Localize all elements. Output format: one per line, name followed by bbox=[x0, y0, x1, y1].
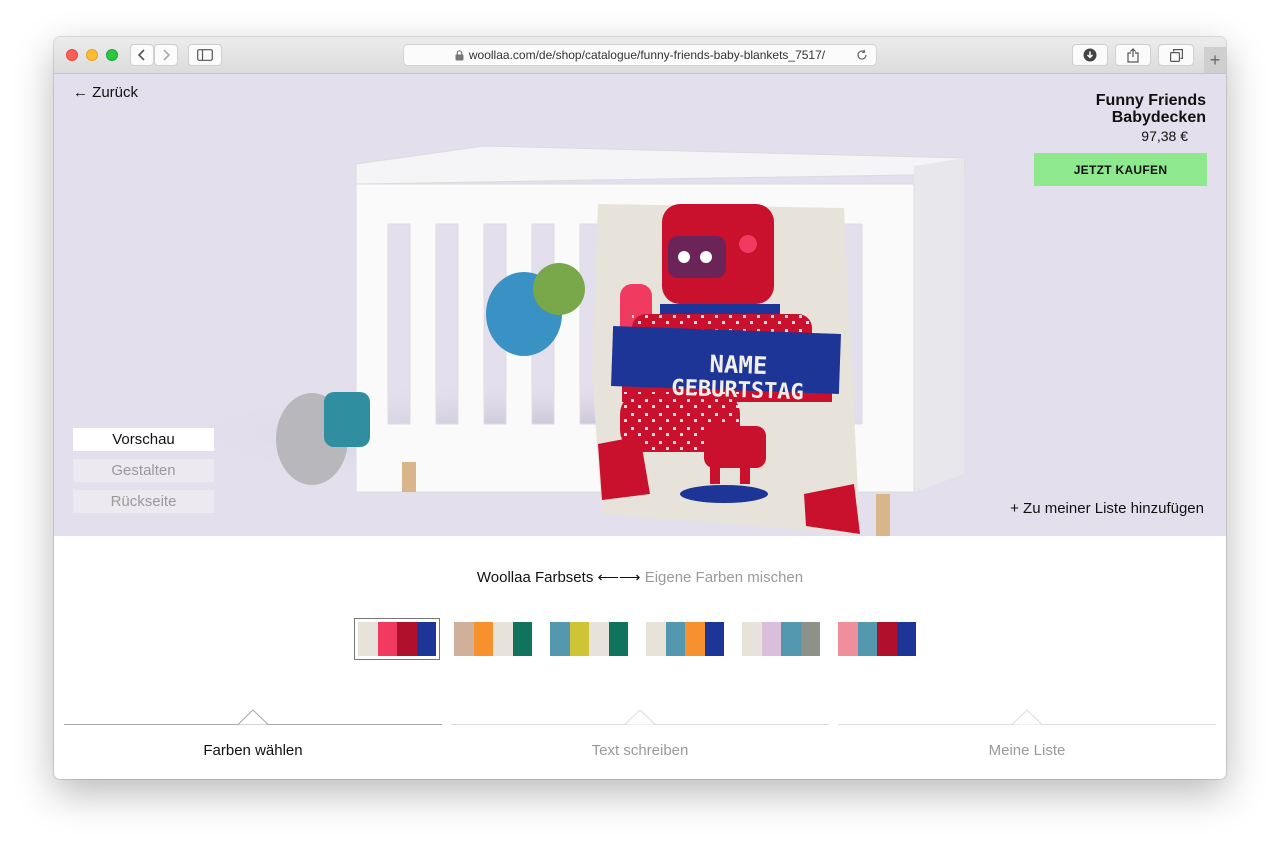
browser-toolbar: woollaa.com/de/shop/catalogue/funny-frie… bbox=[54, 37, 1226, 74]
color-chip bbox=[877, 622, 897, 656]
buy-now-button[interactable]: JETZT KAUFEN bbox=[1034, 153, 1207, 186]
minimize-window-button[interactable] bbox=[86, 49, 98, 61]
color-chip bbox=[358, 622, 378, 656]
palette-tab-custom[interactable]: Eigene Farben mischen bbox=[645, 569, 803, 586]
step-label: Meine Liste bbox=[988, 742, 1066, 759]
color-chip bbox=[800, 622, 820, 656]
color-chip bbox=[473, 622, 493, 656]
share-button[interactable] bbox=[1115, 44, 1151, 66]
color-set-swatch[interactable] bbox=[550, 622, 628, 656]
lock-icon bbox=[455, 49, 464, 60]
palette-tab-woollaa[interactable]: Woollaa Farbsets bbox=[477, 569, 593, 586]
color-chip bbox=[589, 622, 609, 656]
tabs-overview-button[interactable] bbox=[1158, 44, 1194, 66]
blanket-personalization-text: NAME GEBURTSTAG bbox=[621, 348, 855, 408]
color-chip bbox=[704, 622, 724, 656]
browser-window: woollaa.com/de/shop/catalogue/funny-frie… bbox=[54, 37, 1226, 779]
step-label: Text schreiben bbox=[591, 742, 689, 759]
product-title-line2: Babydecken bbox=[1111, 109, 1206, 126]
color-chip bbox=[377, 622, 397, 656]
color-chip bbox=[838, 622, 858, 656]
palette-mode-switch: Woollaa Farbsets ⟵⟶ Eigene Farben mische… bbox=[54, 568, 1226, 586]
back-nav-button[interactable] bbox=[130, 44, 154, 66]
forward-nav-button[interactable] bbox=[154, 44, 178, 66]
color-set-swatch[interactable] bbox=[454, 622, 532, 656]
page-content: NAME GEBURTSTAG ← Zurück Funny Friends B… bbox=[54, 74, 1226, 779]
downloads-button[interactable] bbox=[1072, 44, 1108, 66]
color-chip bbox=[454, 622, 474, 656]
switch-arrows-icon[interactable]: ⟵⟶ bbox=[598, 569, 641, 586]
share-icon bbox=[1127, 47, 1139, 63]
color-chip bbox=[781, 622, 801, 656]
color-chip bbox=[608, 622, 628, 656]
reload-icon[interactable] bbox=[856, 49, 868, 61]
step-label: Farben wählen bbox=[203, 742, 303, 759]
color-chip bbox=[665, 622, 685, 656]
color-chip bbox=[646, 622, 666, 656]
color-set-swatch[interactable] bbox=[354, 618, 440, 660]
step-indicator-icon bbox=[1012, 709, 1042, 725]
product-hero: NAME GEBURTSTAG ← Zurück Funny Friends B… bbox=[54, 74, 1226, 536]
color-chip bbox=[569, 622, 589, 656]
color-chip bbox=[685, 622, 705, 656]
color-chip bbox=[512, 622, 532, 656]
color-chip bbox=[397, 622, 417, 656]
new-tab-button[interactable]: + bbox=[1204, 47, 1226, 73]
back-link[interactable]: ← Zurück bbox=[73, 84, 138, 101]
add-to-list-link[interactable]: + Zu meiner Liste hinzufügen bbox=[1010, 500, 1204, 517]
sidebar-toggle-button[interactable] bbox=[188, 44, 222, 66]
product-preview-image bbox=[174, 145, 974, 536]
view-preview-button[interactable]: Vorschau bbox=[73, 428, 214, 451]
plus-icon: + bbox=[1209, 49, 1221, 70]
color-chip bbox=[550, 622, 570, 656]
step-tab[interactable]: Text schreiben bbox=[451, 708, 829, 759]
view-backside-button[interactable]: Rückseite bbox=[73, 490, 214, 513]
color-chip bbox=[857, 622, 877, 656]
sidebar-icon bbox=[197, 49, 213, 61]
color-chip bbox=[742, 622, 762, 656]
step-tab[interactable]: Meine Liste bbox=[838, 708, 1216, 759]
color-set-swatch[interactable] bbox=[742, 622, 820, 656]
url-text: woollaa.com/de/shop/catalogue/funny-frie… bbox=[468, 48, 826, 62]
zoom-window-button[interactable] bbox=[106, 49, 118, 61]
address-bar[interactable]: woollaa.com/de/shop/catalogue/funny-frie… bbox=[403, 44, 877, 66]
chevron-right-icon bbox=[163, 49, 170, 61]
view-design-button[interactable]: Gestalten bbox=[73, 459, 214, 482]
step-tab[interactable]: Farben wählen bbox=[64, 708, 442, 759]
product-title: Funny Friends Babydecken bbox=[1096, 92, 1206, 126]
color-chip bbox=[761, 622, 781, 656]
color-chip bbox=[896, 622, 916, 656]
tabs-icon bbox=[1169, 48, 1183, 62]
color-chip bbox=[493, 622, 513, 656]
product-price: 97,38 € bbox=[1141, 128, 1188, 144]
color-set-swatch[interactable] bbox=[646, 622, 724, 656]
chevron-left-icon bbox=[138, 49, 145, 61]
step-indicator-icon bbox=[238, 709, 268, 725]
product-title-line1: Funny Friends bbox=[1095, 92, 1206, 109]
close-window-button[interactable] bbox=[66, 49, 78, 61]
step-indicator-icon bbox=[625, 709, 655, 725]
download-icon bbox=[1083, 48, 1097, 62]
color-chip bbox=[416, 622, 436, 656]
color-set-swatch[interactable] bbox=[838, 622, 916, 656]
